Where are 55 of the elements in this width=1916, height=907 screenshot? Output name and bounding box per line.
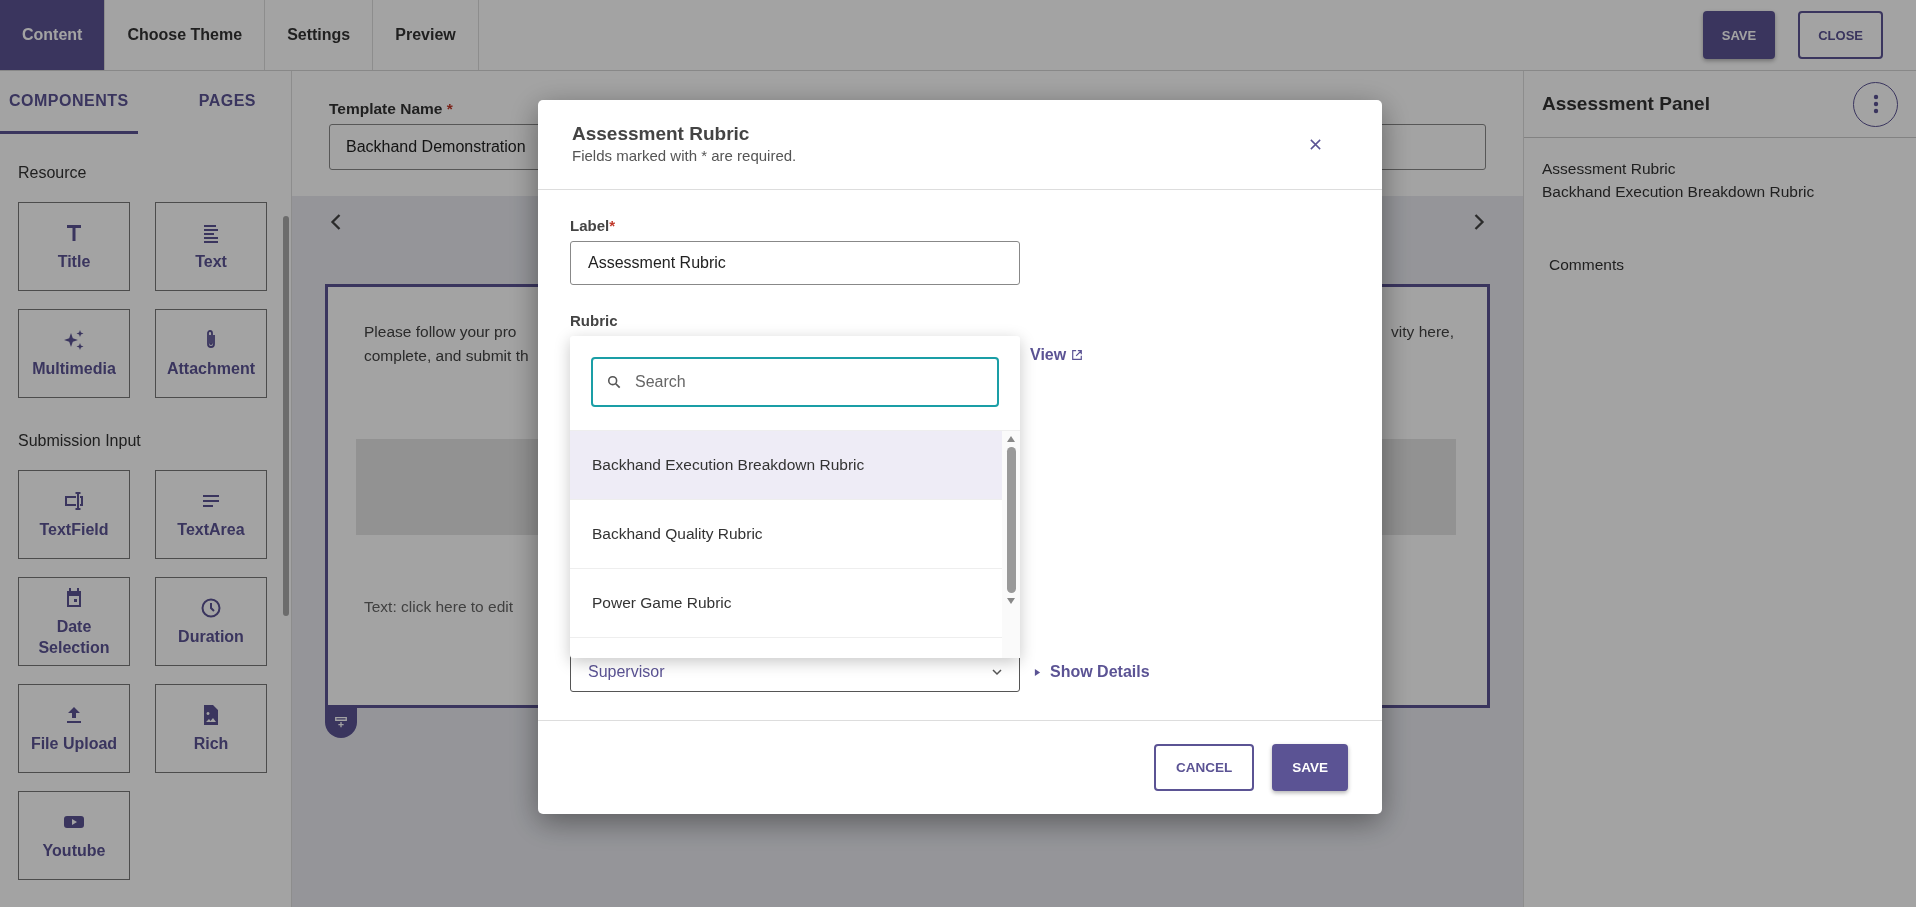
- chevron-left-icon[interactable]: [329, 212, 343, 232]
- save-button[interactable]: SAVE: [1702, 11, 1776, 59]
- component-tile[interactable]: Duration: [155, 577, 267, 666]
- cancel-button[interactable]: CANCEL: [1154, 744, 1255, 791]
- paragraph-text: complete, and submit th: [364, 346, 529, 366]
- component-tile[interactable]: Youtube: [18, 791, 130, 880]
- item-value: Backhand Execution Breakdown Rubric: [1542, 182, 1816, 202]
- section-title: Resource: [18, 164, 88, 182]
- sidebar-tab[interactable]: PAGES: [189, 71, 265, 134]
- external-link-icon: [1071, 349, 1084, 361]
- comments-heading: Comments: [1549, 256, 1625, 274]
- field-label: Label*: [570, 217, 617, 234]
- component-tile[interactable]: File Upload: [18, 684, 130, 773]
- scroll-up-icon[interactable]: [1006, 435, 1016, 443]
- field-label: Template Name *: [329, 100, 454, 118]
- save-button[interactable]: SAVE: [1272, 744, 1348, 791]
- triangle-right-icon: [1034, 667, 1041, 677]
- component-tile[interactable]: TextField: [18, 470, 130, 559]
- paragraph-text: Please follow your pro: [364, 322, 518, 342]
- more-options-button[interactable]: [1853, 81, 1898, 127]
- dialog-subtitle: Fields marked with * are required.: [572, 146, 797, 166]
- sidebar-tab[interactable]: COMPONENTS: [0, 71, 138, 134]
- close-icon[interactable]: [1309, 138, 1322, 151]
- view-link[interactable]: View: [1030, 346, 1084, 364]
- scrollbar[interactable]: [283, 216, 289, 616]
- component-tile[interactable]: TextArea: [155, 470, 267, 559]
- component-tile[interactable]: Title: [18, 202, 130, 291]
- paragraph-text: vity here,: [1391, 322, 1454, 342]
- grid-plus-icon: [334, 715, 348, 729]
- scrollbar[interactable]: [1002, 431, 1020, 658]
- component-tile[interactable]: Attachment: [155, 309, 267, 398]
- scroll-down-icon[interactable]: [1006, 597, 1016, 605]
- dropdown-option[interactable]: Backhand Execution Breakdown Rubric: [570, 431, 1002, 500]
- text-cursor-icon: [62, 489, 86, 513]
- kebab-icon: [1872, 94, 1879, 114]
- component-tile[interactable]: Text: [155, 202, 267, 291]
- nav-tab[interactable]: Content: [0, 0, 106, 70]
- search-icon: [607, 375, 621, 389]
- chevron-down-icon: [991, 668, 1003, 676]
- component-tile[interactable]: Rich: [155, 684, 267, 773]
- input-field[interactable]: Assessment Rubric: [570, 241, 1020, 285]
- add-row-handle[interactable]: [325, 706, 357, 738]
- field-label: Rubric: [570, 312, 619, 329]
- dialog-title: Assessment Rubric: [572, 122, 751, 146]
- clock-icon: [199, 596, 223, 620]
- section-title: Submission Input: [18, 432, 142, 450]
- panel-title: Assessment Panel: [1542, 93, 1710, 115]
- sparkle-icon: [62, 328, 86, 352]
- close-button[interactable]: CLOSE: [1798, 11, 1883, 59]
- search-field[interactable]: Search: [591, 357, 999, 407]
- component-tile[interactable]: Multimedia: [18, 309, 130, 398]
- component-tile[interactable]: Date Selection: [18, 577, 130, 666]
- item-label: Assessment Rubric: [1542, 159, 1677, 179]
- chevron-right-icon[interactable]: [1472, 212, 1486, 232]
- show-details-link[interactable]: Show Details: [1034, 663, 1150, 681]
